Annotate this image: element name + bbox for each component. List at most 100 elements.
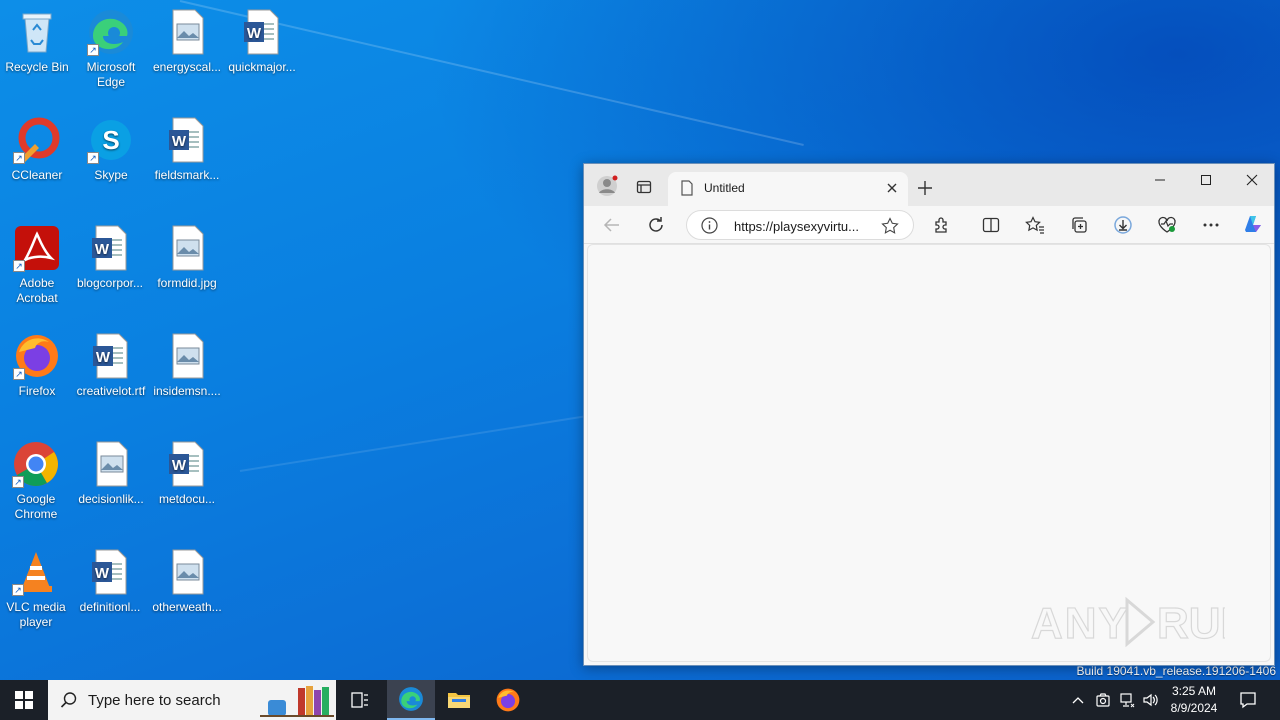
browser-essentials-icon[interactable]	[1152, 210, 1182, 240]
clock-date: 8/9/2024	[1170, 701, 1218, 715]
desktop-icon-otherweath[interactable]: otherweath...	[149, 548, 225, 615]
close-window-icon[interactable]	[1237, 165, 1267, 195]
favorites-icon[interactable]	[1020, 210, 1050, 240]
watermark-text-any: ANY	[1031, 599, 1130, 648]
edge-icon: ↗	[87, 8, 135, 56]
volume-icon[interactable]	[1139, 680, 1163, 720]
desktop-icon-formdid[interactable]: formdid.jpg	[149, 224, 225, 291]
watermark-text-run: RUN	[1157, 599, 1225, 648]
desktop-icon-decisionlik[interactable]: decisionlik...	[73, 440, 149, 507]
browser-titlebar[interactable]: Untitled	[584, 164, 1274, 206]
taskbar-clock[interactable]: 3:25 AM 8/9/2024	[1163, 683, 1225, 717]
image-file-icon	[163, 548, 211, 596]
downloads-icon[interactable]	[1108, 210, 1138, 240]
desktop-icon-skype[interactable]: S ↗ Skype	[73, 116, 149, 183]
profile-avatar-icon[interactable]	[592, 171, 622, 201]
word-doc-icon: W	[86, 548, 134, 596]
search-highlight-books-icon	[258, 684, 336, 720]
tab-untitled[interactable]: Untitled	[668, 172, 908, 206]
word-doc-icon: W	[86, 224, 134, 272]
tab-actions-icon[interactable]	[629, 172, 659, 202]
shortcut-arrow-icon: ↗	[12, 584, 24, 596]
refresh-icon[interactable]	[641, 210, 671, 240]
svg-text:W: W	[96, 349, 111, 366]
close-tab-icon[interactable]	[886, 181, 898, 199]
svg-text:W: W	[95, 241, 110, 258]
extensions-icon[interactable]	[927, 210, 957, 240]
taskbar-file-explorer-button[interactable]	[435, 680, 483, 720]
image-file-icon	[87, 440, 135, 488]
page-file-icon	[680, 180, 694, 201]
desktop-icon-definitionl[interactable]: W definitionl...	[72, 548, 148, 615]
acrobat-icon: ↗	[13, 224, 61, 272]
search-icon	[60, 691, 78, 714]
site-info-icon[interactable]	[701, 217, 718, 239]
minimize-icon[interactable]	[1145, 165, 1175, 195]
word-doc-icon: W	[238, 8, 286, 56]
desktop-icon-insidemsn[interactable]: insidemsn....	[149, 332, 225, 399]
word-doc-icon: W	[87, 332, 135, 380]
image-file-icon	[163, 332, 211, 380]
edge-icon	[399, 687, 423, 711]
image-file-icon	[163, 224, 211, 272]
desktop-icon-ccleaner[interactable]: ↗ CCleaner	[0, 116, 75, 183]
desktop-icon-firefox[interactable]: ↗ Firefox	[0, 332, 75, 399]
maximize-icon[interactable]	[1191, 165, 1221, 195]
url-text: https://playsexyvirtu...	[734, 219, 859, 234]
desktop-icon-vlc[interactable]: ↗ VLC media player	[0, 548, 74, 630]
new-tab-icon[interactable]	[910, 173, 940, 203]
desktop-icon-recycle-bin[interactable]: Recycle Bin	[0, 8, 75, 75]
desktop-icon-blogcorpor[interactable]: W blogcorpor...	[72, 224, 148, 291]
svg-text:S: S	[102, 125, 119, 155]
taskbar-edge-button[interactable]	[387, 680, 435, 720]
task-view-button[interactable]	[336, 680, 384, 720]
desktop-icon-metdocu[interactable]: W metdocu...	[149, 440, 225, 507]
svg-text:W: W	[172, 133, 187, 150]
svg-text:W: W	[172, 457, 187, 474]
windows-logo-icon	[15, 691, 33, 709]
desktop-icon-quickmajor[interactable]: W quickmajor...	[224, 8, 300, 75]
desktop-icon-energyscal[interactable]: energyscal...	[149, 8, 225, 75]
address-bar[interactable]: https://playsexyvirtu...	[686, 210, 914, 240]
shortcut-arrow-icon: ↗	[87, 152, 99, 164]
desktop-icon-microsoft-edge[interactable]: ↗ Microsoft Edge	[73, 8, 149, 90]
desktop-icon-creativelot[interactable]: W creativelot.rtf	[73, 332, 149, 399]
browser-toolbar: https://playsexyvirtu...	[584, 206, 1274, 244]
firefox-icon: ↗	[13, 332, 61, 380]
shortcut-arrow-icon: ↗	[13, 260, 25, 272]
tab-title: Untitled	[704, 181, 745, 195]
desktop-icon-google-chrome[interactable]: ↗ Google Chrome	[0, 440, 74, 522]
taskbar-firefox-button[interactable]	[484, 680, 532, 720]
anyrun-watermark: ANY RUN	[1025, 594, 1253, 655]
skype-icon: S ↗	[87, 116, 135, 164]
desktop-icon-fieldsmark[interactable]: W fieldsmark...	[149, 116, 225, 183]
start-button[interactable]	[0, 680, 48, 720]
split-screen-icon[interactable]	[976, 210, 1006, 240]
svg-text:W: W	[247, 25, 262, 42]
collections-icon[interactable]	[1064, 210, 1094, 240]
folder-icon	[448, 693, 470, 708]
more-options-icon[interactable]	[1196, 210, 1226, 240]
desktop-icon-adobe-acrobat[interactable]: ↗ Adobe Acrobat	[0, 224, 75, 306]
build-watermark-text: Build 19041.vb_release.191206-1406	[1076, 664, 1277, 678]
task-view-icon	[351, 692, 368, 708]
favorite-star-icon[interactable]	[881, 217, 899, 240]
word-doc-icon: W	[163, 440, 211, 488]
page-content-area[interactable]: ANY RUN	[587, 244, 1271, 662]
chrome-icon: ↗	[12, 440, 60, 488]
notifications-icon[interactable]	[1226, 680, 1270, 720]
show-hidden-icons-chevron-icon[interactable]	[1066, 680, 1090, 720]
word-doc-icon: W	[163, 116, 211, 164]
taskbar: Type here to search 3:25 AM 8/9/2024	[0, 680, 1280, 720]
edge-browser-window[interactable]: Untitled https://playsexyvirtu... ANY RU	[583, 163, 1275, 666]
svg-text:W: W	[95, 565, 110, 582]
ccleaner-icon: ↗	[13, 116, 61, 164]
taskbar-search-box[interactable]: Type here to search	[48, 680, 336, 720]
vlc-icon: ↗	[12, 548, 60, 596]
copilot-icon[interactable]	[1238, 209, 1268, 239]
shortcut-arrow-icon: ↗	[87, 44, 99, 56]
tray-app-icon[interactable]	[1091, 680, 1115, 720]
image-file-icon	[163, 8, 211, 56]
back-arrow-icon[interactable]	[597, 210, 627, 240]
network-icon[interactable]	[1115, 680, 1139, 720]
